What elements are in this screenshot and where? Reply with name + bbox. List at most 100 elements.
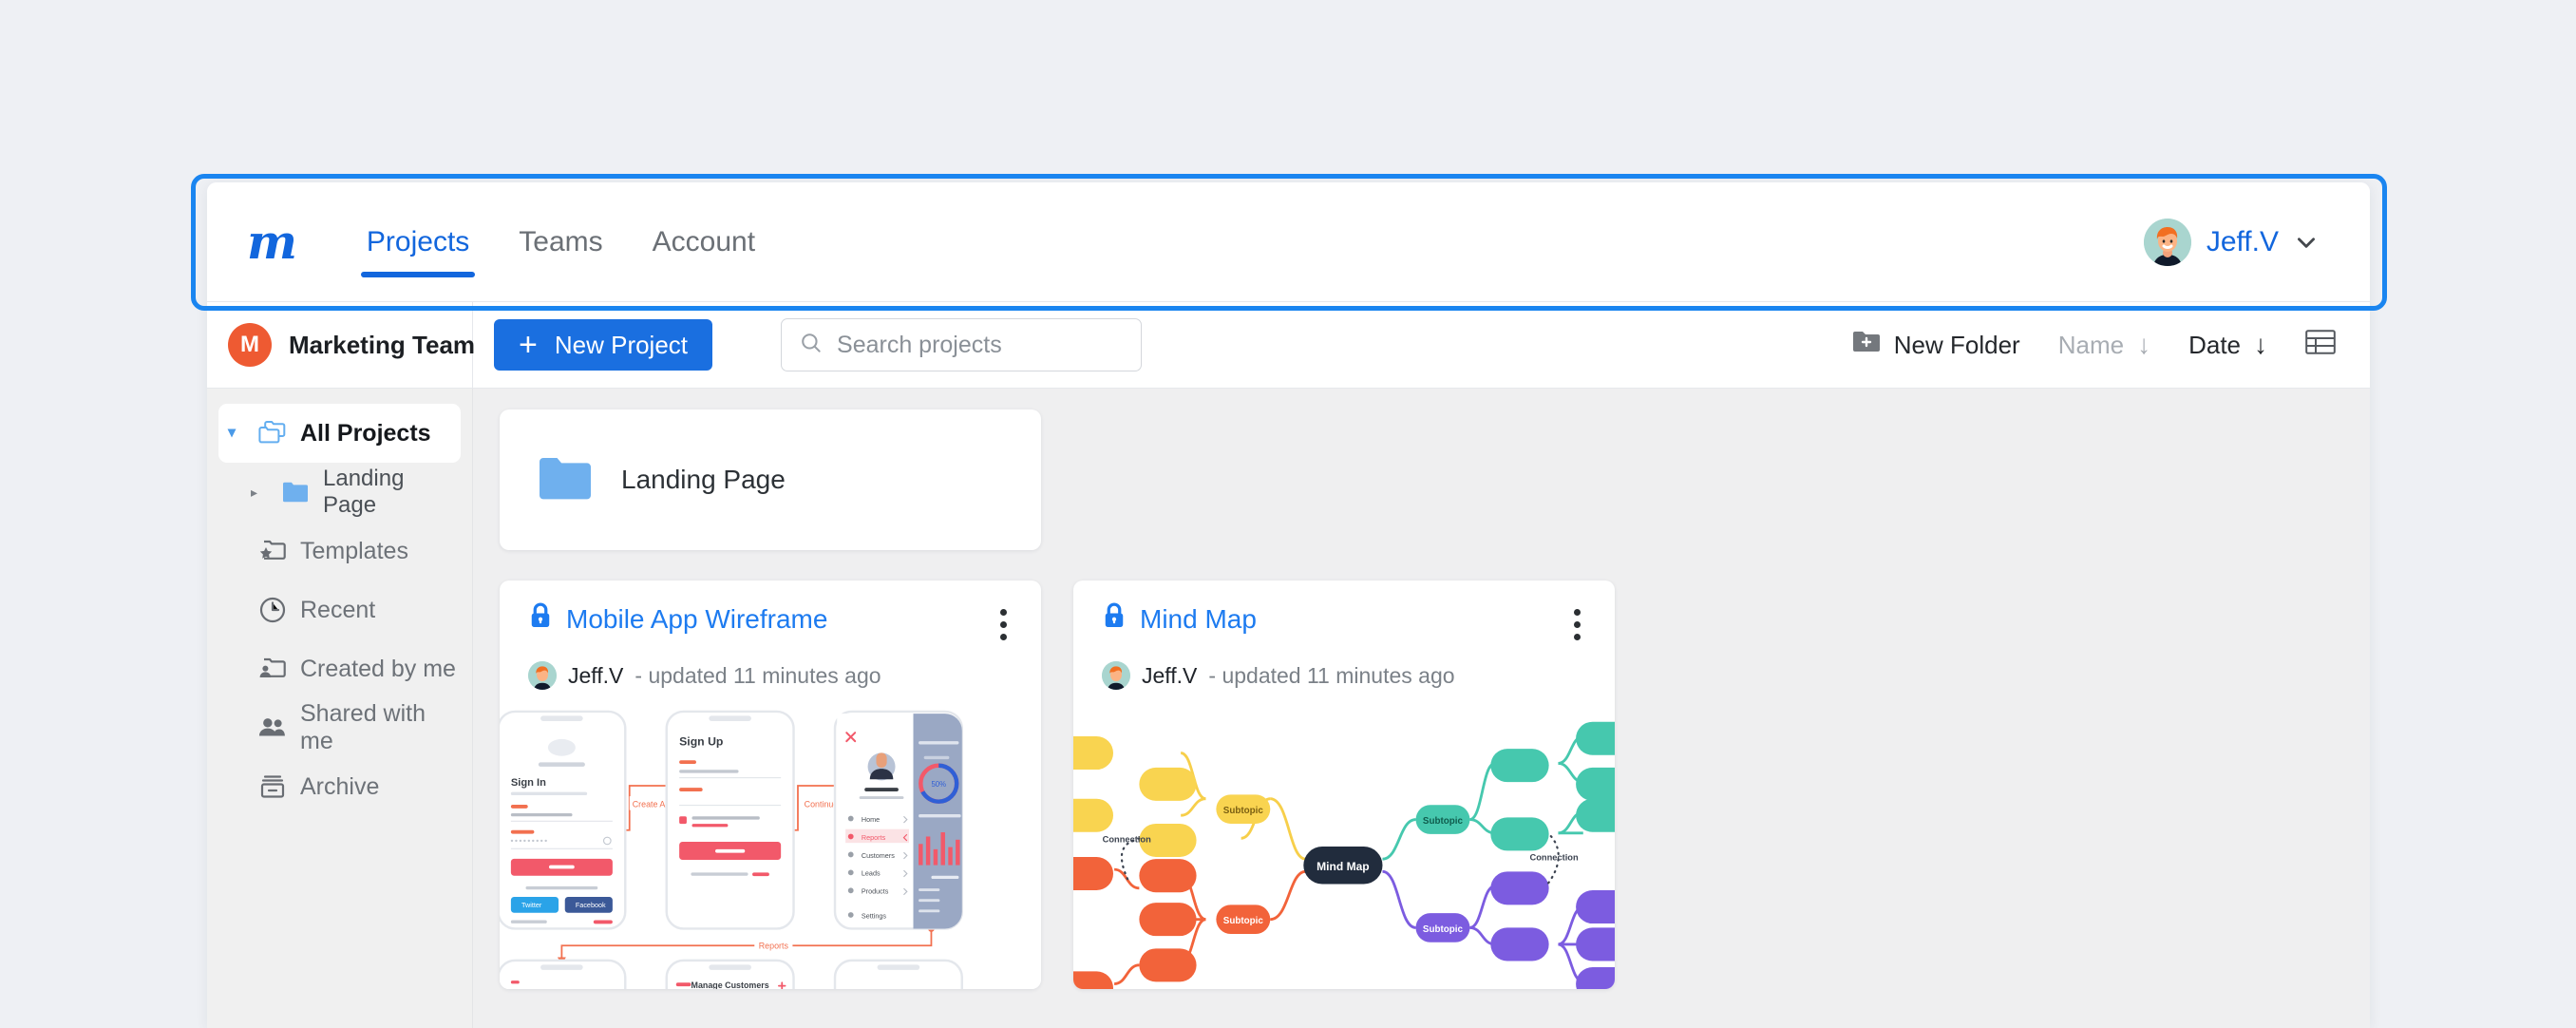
nav-tab-projects[interactable]: Projects — [342, 184, 494, 300]
folder-card-landing-page[interactable]: Landing Page — [500, 409, 1041, 550]
svg-text:Sign In: Sign In — [511, 777, 546, 789]
kebab-menu-icon[interactable] — [1564, 601, 1590, 648]
svg-text:Subtopic: Subtopic — [1423, 816, 1464, 827]
nav-tab-teams[interactable]: Teams — [494, 184, 627, 300]
svg-text:Manage Customers: Manage Customers — [691, 980, 769, 989]
new-folder-button[interactable]: New Folder — [1852, 330, 2020, 361]
lock-icon — [528, 601, 553, 637]
sidebar: ▾ All Projects ▸ Landing Page — [207, 389, 473, 1028]
nav-tab-projects-label: Projects — [367, 226, 469, 257]
projects-content-area: Landing Page — [473, 389, 2370, 1028]
lock-icon — [1102, 601, 1127, 637]
project-thumbnail-mobile-app-wireframe: Create Account Continue Reports — [500, 703, 1041, 989]
svg-text:Twitter: Twitter — [521, 901, 542, 909]
projects-toolbar: M Marketing Team + New Project — [207, 302, 2370, 389]
svg-text:Reports: Reports — [862, 833, 886, 842]
sidebar-item-all-projects-label: All Projects — [300, 420, 431, 447]
folder-star-icon — [258, 537, 287, 565]
caret-right-icon[interactable]: ▸ — [251, 485, 268, 499]
app-body: ▾ All Projects ▸ Landing Page — [207, 389, 2370, 1028]
team-avatar: M — [228, 323, 272, 367]
sidebar-item-archive-label: Archive — [300, 773, 379, 801]
project-grid: Mobile App Wireframe — [500, 581, 2343, 989]
svg-text:Subtopic: Subtopic — [1423, 924, 1464, 935]
svg-text:Continue: Continue — [805, 799, 839, 809]
svg-text:Home: Home — [862, 815, 880, 824]
svg-text:Mind Map: Mind Map — [1316, 860, 1369, 873]
svg-text:Reports: Reports — [759, 942, 789, 951]
team-name: Marketing Team — [289, 331, 475, 360]
folder-user-icon — [258, 655, 287, 683]
table-view-icon — [2305, 329, 2336, 362]
sidebar-item-created-by-me[interactable]: Created by me — [218, 639, 461, 698]
new-folder-label: New Folder — [1894, 331, 2020, 360]
app-window: m Projects Teams Account — [207, 182, 2370, 1028]
sidebar-item-templates-label: Templates — [300, 538, 408, 565]
sidebar-item-created-by-me-label: Created by me — [300, 656, 456, 683]
nav-tab-teams-label: Teams — [519, 226, 602, 257]
folders-icon — [258, 419, 287, 447]
team-selector[interactable]: M Marketing Team — [207, 302, 473, 388]
folder-plus-icon — [1852, 330, 1881, 361]
view-toggle-button[interactable] — [2305, 329, 2336, 362]
project-title: Mind Map — [1140, 604, 1257, 635]
svg-text:Leads: Leads — [862, 869, 881, 878]
sidebar-item-shared-with-me-label: Shared with me — [300, 700, 461, 755]
new-project-label: New Project — [555, 331, 688, 360]
sidebar-item-recent-label: Recent — [300, 597, 375, 624]
arrow-down-icon: ↓ — [2254, 332, 2267, 358]
avatar — [2144, 219, 2191, 266]
project-meta: Jeff.V - updated 11 minutes ago — [1073, 648, 1615, 690]
svg-text:Connection: Connection — [1103, 835, 1151, 845]
toolbar-actions: + New Project — [473, 302, 2370, 388]
folder-icon — [281, 478, 310, 506]
svg-text:Subtopic: Subtopic — [1223, 806, 1264, 816]
sort-by-name-button[interactable]: Name ↓ — [2058, 331, 2150, 360]
sort-by-date-button[interactable]: Date ↓ — [2188, 331, 2267, 360]
sidebar-item-shared-with-me[interactable]: Shared with me — [218, 698, 461, 757]
project-title-group[interactable]: Mind Map — [1102, 601, 1257, 637]
chevron-down-icon — [2294, 230, 2319, 255]
sort-name-label: Name — [2058, 331, 2124, 360]
sidebar-item-landing-page-label: Landing Page — [323, 466, 461, 519]
caret-down-icon[interactable]: ▾ — [228, 426, 245, 441]
sort-date-label: Date — [2188, 331, 2241, 360]
nav-tab-account[interactable]: Account — [628, 184, 780, 300]
search-box[interactable] — [781, 318, 1142, 371]
svg-text:Facebook: Facebook — [576, 901, 606, 909]
arrow-down-icon: ↓ — [2137, 332, 2150, 358]
project-card-header: Mobile App Wireframe — [500, 581, 1041, 648]
sidebar-item-archive[interactable]: Archive — [218, 757, 461, 816]
svg-text:Subtopic: Subtopic — [1223, 916, 1264, 926]
top-navigation-bar: m Projects Teams Account — [207, 182, 2370, 302]
user-name: Jeff.V — [2207, 226, 2279, 258]
search-input[interactable] — [837, 332, 1124, 359]
svg-text:50%: 50% — [931, 780, 946, 789]
sidebar-item-templates[interactable]: Templates — [218, 522, 461, 581]
project-title: Mobile App Wireframe — [566, 604, 827, 635]
project-meta: Jeff.V - updated 11 minutes ago — [500, 648, 1041, 690]
project-card-mind-map[interactable]: Mind Map Jeff.V — [1073, 581, 1615, 989]
avatar — [1102, 661, 1130, 690]
plus-icon: + — [519, 329, 538, 361]
people-icon — [258, 714, 287, 742]
sidebar-item-recent[interactable]: Recent — [218, 581, 461, 639]
project-title-group[interactable]: Mobile App Wireframe — [528, 601, 827, 637]
svg-text:Customers: Customers — [862, 851, 895, 860]
search-icon — [799, 331, 824, 360]
new-project-button[interactable]: + New Project — [494, 319, 712, 371]
folder-card-label: Landing Page — [621, 465, 786, 495]
svg-text:Sign Up: Sign Up — [679, 735, 723, 749]
project-thumbnail-mind-map: Subtopic — [1073, 703, 1615, 989]
project-card-header: Mind Map — [1073, 581, 1615, 648]
toolbar-right-controls: New Folder Name ↓ Date ↓ — [1852, 329, 2336, 362]
svg-text:Products: Products — [862, 887, 889, 896]
folder-icon — [538, 455, 593, 505]
kebab-menu-icon[interactable] — [991, 601, 1016, 648]
project-updated-time: - updated 11 minutes ago — [635, 663, 881, 689]
brand-logo[interactable]: m — [247, 219, 296, 266]
sidebar-item-landing-page[interactable]: ▸ Landing Page — [218, 463, 461, 522]
user-menu[interactable]: Jeff.V — [2144, 219, 2330, 266]
sidebar-item-all-projects[interactable]: ▾ All Projects — [218, 404, 461, 463]
project-card-mobile-app-wireframe[interactable]: Mobile App Wireframe — [500, 581, 1041, 989]
